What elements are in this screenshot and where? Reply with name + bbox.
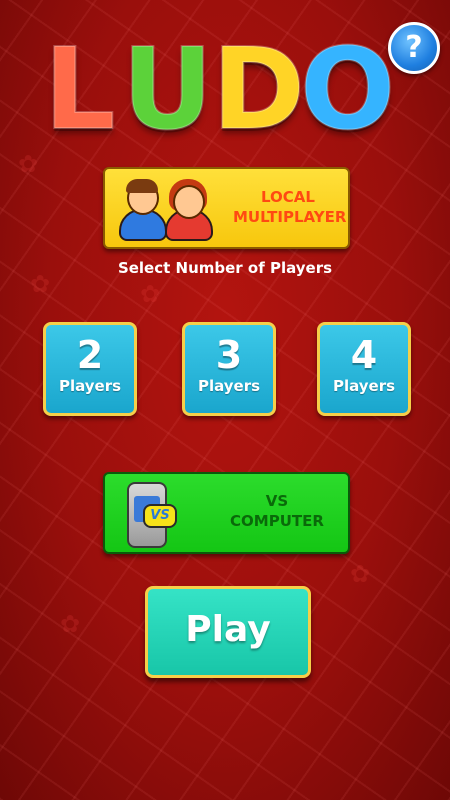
ludo-logo: L U D O bbox=[0, 25, 450, 155]
local-multiplayer-label: LOCAL MULTIPLAYER bbox=[233, 188, 347, 226]
logo-letter-l: L bbox=[43, 25, 116, 155]
play-button[interactable]: Play bbox=[145, 586, 311, 678]
player-count: 2 bbox=[76, 333, 104, 377]
boy-avatar-icon bbox=[117, 179, 167, 241]
local-multiplayer-button[interactable]: LOCAL MULTIPLAYER bbox=[103, 167, 350, 249]
four-players-button[interactable]: 4 Players bbox=[317, 322, 411, 416]
girl-avatar-icon bbox=[163, 179, 213, 241]
flower-decoration-icon: ✿ bbox=[350, 560, 371, 588]
player-count-label: Players bbox=[332, 377, 396, 395]
player-count-label: Players bbox=[197, 377, 261, 395]
player-count-label: Players bbox=[58, 377, 122, 395]
flower-decoration-icon: ✿ bbox=[18, 150, 39, 178]
player-count: 4 bbox=[350, 333, 378, 377]
logo-letter-d: D bbox=[211, 25, 306, 155]
flower-decoration-icon: ✿ bbox=[140, 280, 161, 308]
three-players-button[interactable]: 3 Players bbox=[182, 322, 276, 416]
vs-computer-button[interactable]: VS VS COMPUTER bbox=[103, 472, 350, 554]
vs-computer-label: VS COMPUTER bbox=[230, 492, 324, 530]
logo-letter-o: O bbox=[299, 25, 396, 155]
vs-badge: VS bbox=[143, 504, 177, 528]
player-count: 3 bbox=[215, 333, 243, 377]
flower-decoration-icon: ✿ bbox=[60, 610, 81, 638]
two-players-button[interactable]: 2 Players bbox=[43, 322, 137, 416]
select-players-label: Select Number of Players bbox=[117, 259, 333, 277]
logo-letter-u: U bbox=[121, 25, 214, 155]
